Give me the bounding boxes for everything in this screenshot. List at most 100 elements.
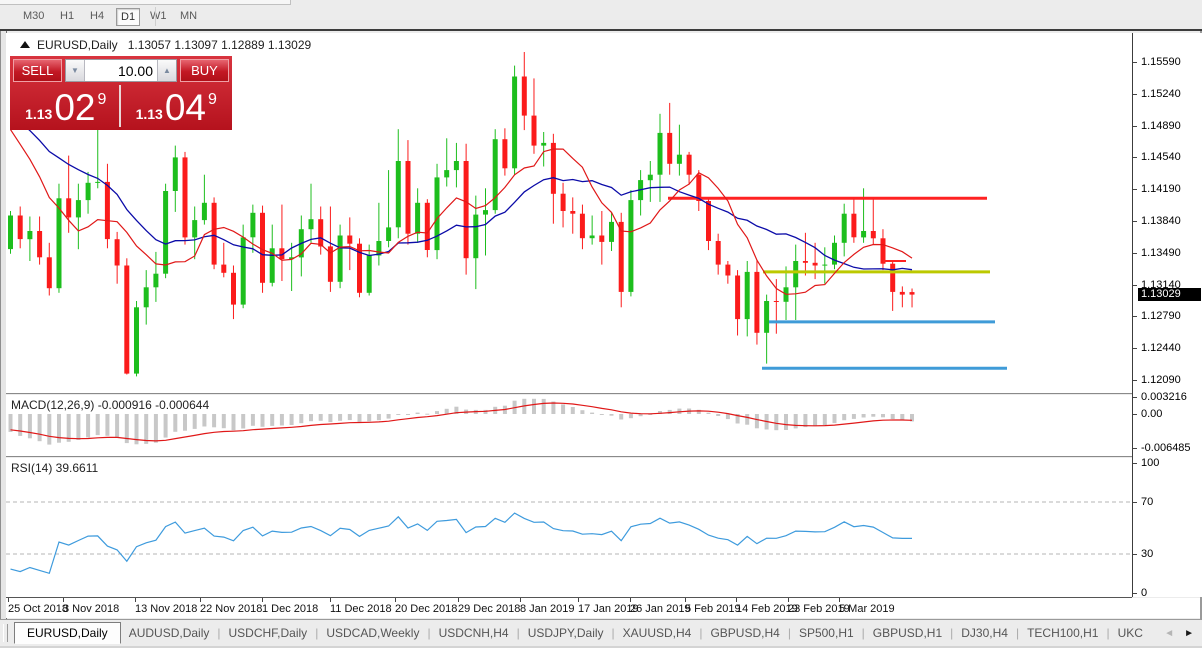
sell-button[interactable]: SELL xyxy=(13,59,62,82)
volume-increase-button[interactable]: ▲ xyxy=(157,60,176,81)
buy-price-sup: 9 xyxy=(208,91,217,108)
axis-tick xyxy=(1133,220,1137,222)
timeframe-button-mn[interactable]: MN xyxy=(176,8,201,24)
chart-tab-audusd-daily[interactable]: AUDUSD,Daily xyxy=(121,623,218,643)
tab-scroll-arrows: ◄ ► xyxy=(1164,628,1194,639)
date-tick-label: 26 Jan 2019 xyxy=(630,603,691,615)
rsi-label: RSI(14) 39.6611 xyxy=(11,461,99,475)
tab-bar-handle xyxy=(3,624,8,642)
timeframe-button-h1[interactable]: H1 xyxy=(56,8,78,24)
date-tick-label: 8 Jan 2019 xyxy=(520,603,575,615)
date-tick xyxy=(578,598,579,602)
sell-price-big: 02 xyxy=(54,87,96,128)
chart-tab-eurusd-daily[interactable]: EURUSD,Daily xyxy=(14,622,121,644)
date-tick xyxy=(8,598,9,602)
main-chart-pane[interactable]: EURUSD,Daily 1.13057 1.13097 1.12889 1.13… xyxy=(6,33,1132,393)
date-tick xyxy=(630,598,631,602)
buy-price-display[interactable]: 1.13 04 9 xyxy=(124,85,230,127)
tabs-holder: EURUSD,Daily AUDUSD,Daily | USDCHF,Daily | US… xyxy=(14,622,1151,644)
sell-price-display[interactable]: 1.13 02 9 xyxy=(13,85,121,127)
chart-tab-ukc[interactable]: UKC xyxy=(1110,623,1151,643)
price-tick-label: 1.14890 xyxy=(1141,119,1181,132)
tab-scroll-right-icon[interactable]: ► xyxy=(1184,628,1194,639)
price-tick-label: 1.15590 xyxy=(1141,56,1181,68)
chart-tab-gbpusd-h4[interactable]: GBPUSD,H4 xyxy=(702,623,787,643)
date-tick-label: 1 Dec 2018 xyxy=(262,603,319,615)
price-tick-label: 1.15240 xyxy=(1141,87,1181,100)
timeframe-button-m30[interactable]: M30 xyxy=(19,8,48,24)
axis-tick xyxy=(1133,379,1137,381)
chart-ohlc-values: 1.13057 1.13097 1.12889 1.13029 xyxy=(127,38,312,52)
date-tick-label: 29 Dec 2018 xyxy=(458,603,521,615)
date-tick xyxy=(63,598,64,602)
price-tick-label: 1.14190 xyxy=(1141,183,1181,196)
rsi-axis-label: 100 xyxy=(1141,457,1160,469)
axis-tick xyxy=(1133,593,1137,594)
date-tick xyxy=(135,598,136,602)
chart-symbol-label: EURUSD,Daily xyxy=(37,38,118,52)
date-tick-label: 5 Feb 2019 xyxy=(685,603,741,615)
chart-tab-dj30-h4[interactable]: DJ30,H4 xyxy=(953,623,1016,643)
axis-tick xyxy=(1133,189,1137,191)
timeframe-button-h4[interactable]: H4 xyxy=(86,8,108,24)
macd-indicator-pane[interactable]: MACD(12,26,9) -0.000916 -0.000644 xyxy=(6,395,1132,456)
chart-window-top-border xyxy=(0,29,1202,31)
current-price-badge: 1.13029 xyxy=(1138,288,1201,302)
price-tick-label: 1.12440 xyxy=(1141,342,1181,355)
rsi-indicator-pane[interactable]: RSI(14) 39.6611 xyxy=(6,458,1132,598)
macd-label: MACD(12,26,9) -0.000916 -0.000644 xyxy=(11,398,210,412)
date-tick xyxy=(200,598,201,602)
date-tick xyxy=(520,598,521,602)
collapse-chart-icon[interactable] xyxy=(20,41,30,48)
date-tick-label: 5 Mar 2019 xyxy=(839,603,895,615)
volume-input[interactable] xyxy=(85,60,157,81)
chart-tab-sp500-h1[interactable]: SP500,H1 xyxy=(791,623,862,643)
date-axis[interactable]: 25 Oct 2018 3 Nov 2018 13 Nov 2018 22 Nov 2… xyxy=(6,598,1200,618)
chart-tab-xauusd-h4[interactable]: XAUUSD,H4 xyxy=(615,623,700,643)
chart-tab-gbpusd-h1[interactable]: GBPUSD,H1 xyxy=(865,623,950,643)
volume-spinner: ▼ ▲ xyxy=(65,59,177,82)
date-tick xyxy=(685,598,686,602)
axis-tick xyxy=(1133,252,1137,254)
axis-tick xyxy=(1133,157,1137,159)
macd-axis-label: 0.003216 xyxy=(1141,391,1187,404)
price-tick-label: 1.13490 xyxy=(1141,246,1181,259)
date-tick xyxy=(395,598,396,602)
price-axis[interactable]: 1.13029 1.15590 1.15240 1.14890 1.14540 1.14… xyxy=(1132,33,1202,599)
date-tick xyxy=(839,598,840,602)
one-click-trading-widget: SELL ▼ ▲ BUY 1.13 02 9 1.13 04 9 xyxy=(10,56,232,130)
axis-tick xyxy=(1133,93,1137,95)
chart-tab-bar: EURUSD,Daily AUDUSD,Daily | USDCHF,Daily | US… xyxy=(0,619,1202,646)
rsi-axis-label: 70 xyxy=(1141,496,1154,508)
date-tick-label: 25 Oct 2018 xyxy=(8,603,68,615)
price-tick-label: 1.14540 xyxy=(1141,151,1181,164)
tab-scroll-left-icon[interactable]: ◄ xyxy=(1164,628,1174,639)
axis-tick xyxy=(1133,284,1137,286)
price-tick-label: 1.13840 xyxy=(1141,214,1181,227)
axis-tick xyxy=(1133,463,1137,464)
chart-tab-usdcad-weekly[interactable]: USDCAD,Weekly xyxy=(318,623,427,643)
volume-decrease-button[interactable]: ▼ xyxy=(66,60,85,81)
buy-button[interactable]: BUY xyxy=(180,59,229,82)
timeframe-button-w1[interactable]: W1 xyxy=(146,8,171,24)
chart-title: EURUSD,Daily 1.13057 1.13097 1.12889 1.13… xyxy=(20,38,311,52)
timeframe-button-d1[interactable]: D1 xyxy=(116,8,141,26)
axis-tick xyxy=(1133,397,1137,399)
price-tick-label: 1.12090 xyxy=(1141,373,1181,386)
axis-tick xyxy=(1133,316,1137,318)
date-tick xyxy=(458,598,459,602)
chart-tab-usdcnh-h4[interactable]: USDCNH,H4 xyxy=(431,623,517,643)
sell-price-sup: 9 xyxy=(97,91,107,108)
chart-tab-tech100-h1[interactable]: TECH100,H1 xyxy=(1019,623,1106,643)
date-tick-label: 11 Dec 2018 xyxy=(330,603,392,615)
axis-tick xyxy=(1133,62,1137,63)
chart-tab-usdjpy-daily[interactable]: USDJPY,Daily xyxy=(520,623,612,643)
chart-tab-usdchf-daily[interactable]: USDCHF,Daily xyxy=(221,623,316,643)
date-tick xyxy=(262,598,263,602)
buy-price-prefix: 1.13 xyxy=(135,106,163,122)
rsi-axis-label: 30 xyxy=(1141,548,1154,560)
price-tick-label: 1.12790 xyxy=(1141,310,1181,323)
axis-tick xyxy=(1133,348,1137,350)
toolbar-separator xyxy=(155,7,156,26)
axis-tick xyxy=(1133,448,1137,450)
